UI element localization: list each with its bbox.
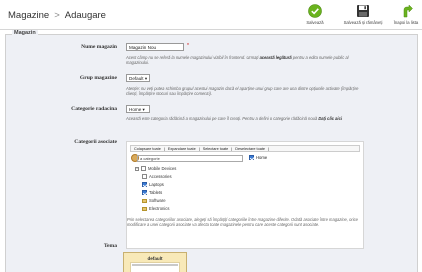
category-label: Laptops (149, 182, 164, 187)
store-name-help: Acest câmp nu se referă la numele magazi… (126, 55, 364, 66)
save-label: Salvează (306, 20, 324, 25)
tree-node[interactable]: Software (142, 198, 166, 203)
home-label: Home (256, 155, 268, 160)
store-form-panel: Magazin Nume magazin Magazin Nou * Acest… (5, 30, 418, 272)
category-label: Software (149, 198, 166, 203)
category-label: Accessories (149, 174, 172, 179)
toolbar-separator: | (231, 147, 233, 151)
category-tree-toolbar: Colapsare toate | Expandare toate | Selectar… (130, 145, 360, 152)
root-category-value: Home (129, 107, 142, 112)
folder-icon (142, 206, 147, 211)
tree-root-home[interactable]: Home (249, 155, 268, 161)
root-category-help: Această este categoria rădăcină a magazi… (126, 116, 364, 121)
toolbar-separator: | (163, 147, 165, 151)
folder-icon (142, 198, 147, 203)
breadcrumb-separator: > (54, 10, 60, 21)
store-name-input[interactable]: Magazin Nou (126, 43, 184, 51)
associated-categories-label: Categorii asociate (74, 139, 117, 145)
tree-node[interactable]: Electronics (142, 206, 169, 211)
select-all-link[interactable]: Selectare toate (203, 147, 229, 151)
tree-node[interactable]: Laptops (142, 182, 164, 188)
chevron-down-icon: ▾ (142, 107, 145, 112)
toolbar-separator: | (198, 147, 200, 151)
store-name-help-text: Acest câmp nu se referă la numele magazi… (126, 55, 259, 60)
root-category-label: Categorie radacina (71, 106, 117, 112)
category-tree: Colapsare toate | Expandare toate | Selectar… (126, 141, 364, 249)
theme-label: Tema (103, 243, 117, 249)
theme-thumbnail-bar (132, 264, 178, 266)
category-checkbox[interactable] (141, 166, 146, 172)
category-label: Mobile Devices (148, 166, 177, 171)
category-search-input[interactable]: a categorie (137, 155, 243, 162)
deselect-all-link[interactable]: Deselectare toate (235, 147, 265, 151)
panel-legend: Magazin (12, 30, 38, 36)
associated-categories-help: Prin selectarea categoriilor asociate, a… (127, 217, 358, 228)
store-group-select[interactable]: Default ▾ (126, 74, 150, 82)
tree-node[interactable]: − Mobile Devices (135, 166, 177, 172)
collapse-icon[interactable]: − (135, 166, 139, 171)
back-arrow-icon (403, 4, 413, 18)
page-header: Magazine > Adaugare Salvează Salvează și r… (0, 0, 422, 30)
page-title: Adaugare (64, 10, 106, 21)
category-label: Tablets (149, 190, 163, 195)
save-and-stay-label: Salvează și rămâneți (343, 20, 383, 25)
tree-node[interactable]: Accessories (142, 174, 172, 180)
save-button[interactable]: Salvează (300, 4, 330, 25)
theme-preview[interactable]: default (123, 252, 187, 272)
store-name-label: Nume magazin (81, 44, 117, 50)
home-checkbox[interactable] (249, 155, 254, 161)
toolbar-separator: | (268, 147, 269, 151)
check-circle-icon (308, 4, 322, 18)
chevron-down-icon: ▾ (144, 76, 148, 81)
category-checkbox[interactable] (142, 174, 147, 180)
category-checkbox[interactable] (142, 190, 147, 196)
breadcrumb: Magazine > Adaugare (8, 10, 106, 21)
expand-all-link[interactable]: Expandare toate (168, 147, 196, 151)
category-checkbox[interactable] (142, 182, 147, 188)
root-category-select[interactable]: Home ▾ (126, 105, 150, 113)
store-group-value: Default (129, 76, 144, 81)
back-to-list-button[interactable]: Înapoi la lista (392, 4, 420, 25)
store-group-help: Atenție: nu veți putea schimba grupul ac… (126, 86, 359, 97)
store-name-help-link[interactable]: această legătură (260, 55, 292, 60)
store-group-label: Grup magazine (79, 75, 117, 81)
tree-node[interactable]: Tablets (142, 190, 163, 196)
root-category-help-link[interactable]: Dați clic aici (318, 116, 342, 121)
root-category-help-text: Această este categoria rădăcină a magazi… (126, 116, 318, 121)
theme-preview-name: default (147, 256, 163, 261)
category-label: Electronics (149, 206, 170, 211)
save-and-stay-button[interactable]: Salvează și rămâneți (337, 4, 389, 25)
back-to-list-label: Înapoi la lista (393, 20, 419, 25)
breadcrumb-root[interactable]: Magazine (8, 10, 49, 21)
floppy-disk-icon (357, 5, 369, 17)
collapse-all-link[interactable]: Colapsare toate (134, 147, 161, 151)
required-mark: * (187, 43, 189, 49)
